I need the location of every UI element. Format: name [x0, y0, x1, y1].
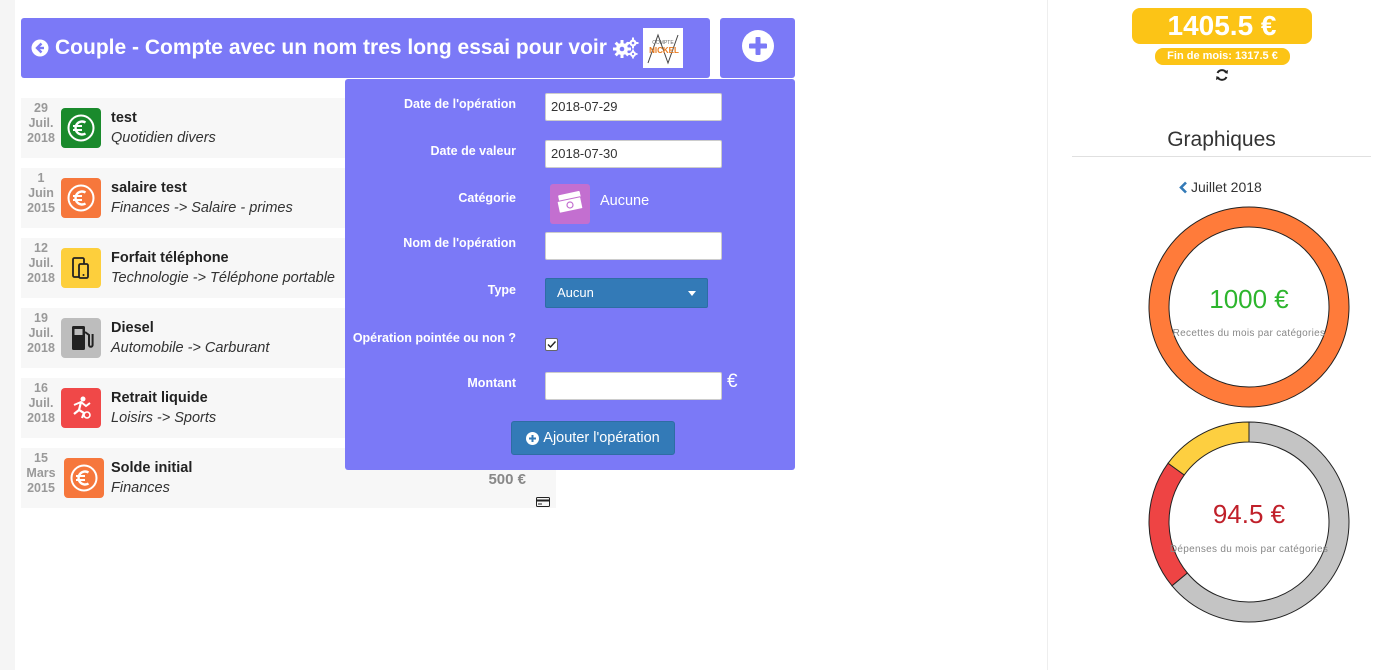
operation-category: Quotidien divers — [111, 130, 216, 146]
operation-date: 19 Juil. 2018 — [21, 311, 61, 356]
operation-name: test — [111, 110, 137, 126]
month-navigation[interactable]: Juillet 2018 — [1179, 179, 1262, 195]
operation-date-day: 1 — [37, 171, 45, 185]
operation-name: Diesel — [111, 320, 154, 336]
category-value: Aucune — [600, 193, 650, 209]
expenses-total: 94.5 € — [1212, 499, 1286, 529]
operation-date-month: Juil. — [28, 116, 54, 130]
submit-label: Ajouter l'opération — [543, 430, 660, 446]
nom-label: Nom de l'opération — [403, 236, 516, 250]
euro-icon — [61, 108, 101, 148]
montant-label: Montant — [467, 376, 516, 390]
credit-card-icon — [536, 494, 550, 507]
svg-text:NICKEL: NICKEL — [649, 46, 679, 55]
operation-date-month: Juil. — [28, 396, 54, 410]
add-operation-button[interactable] — [720, 18, 795, 78]
current-month: Juillet 2018 — [1191, 179, 1262, 195]
currency-symbol: € — [727, 371, 738, 392]
operation-date: 16 Juil. 2018 — [21, 381, 61, 426]
operation-date-day: 15 — [34, 451, 48, 465]
operation-date-month: Juil. — [28, 256, 54, 270]
euro-icon — [64, 458, 104, 498]
income-total: 1000 € — [1209, 284, 1289, 314]
categorie-label: Catégorie — [458, 191, 516, 205]
balance-badge: 1405.5 € — [1132, 8, 1312, 44]
operation-date-year: 2018 — [27, 271, 55, 285]
operation-date-month: Mars — [26, 466, 56, 480]
pointee-checkbox[interactable] — [545, 338, 558, 351]
operation-date: 15 Mars 2015 — [21, 451, 61, 496]
operation-category: Automobile -> Carburant — [111, 340, 270, 356]
operation-name: salaire test — [111, 180, 187, 196]
add-operation-form: Date de l'opération 2018-07-29 Date de v… — [345, 79, 795, 470]
account-header: Couple - Compte avec un nom tres long es… — [21, 18, 710, 78]
pointee-label: Opération pointée ou non ? — [352, 331, 516, 345]
operation-date-year: 2018 — [27, 411, 55, 425]
operation-date: 1 Juin 2015 — [21, 171, 61, 216]
operation-amount: 500 € — [488, 471, 526, 488]
montant-input[interactable] — [545, 372, 722, 400]
operation-date-day: 29 — [34, 101, 48, 115]
graphs-title: Graphiques — [1167, 128, 1276, 151]
operation-category: Finances -> Salaire - primes — [111, 200, 293, 216]
operation-name: Retrait liquide — [111, 390, 208, 406]
operation-category: Loisirs -> Sports — [111, 410, 217, 426]
operation-date-day: 12 — [34, 241, 48, 255]
donut-segment[interactable] — [1167, 421, 1250, 476]
arrow-circle-left-icon[interactable] — [31, 39, 49, 57]
date-operation-label: Date de l'opération — [403, 97, 516, 111]
operation-name: Solde initial — [111, 460, 193, 476]
operation-date-year: 2018 — [27, 131, 55, 145]
phone-icon — [61, 248, 101, 288]
income-caption: Recettes du mois par catégories — [1172, 328, 1326, 339]
end-of-month-badge: Fin de mois: 1317.5 € — [1155, 48, 1290, 65]
operation-name: Forfait téléphone — [111, 250, 229, 266]
operation-date: 12 Juil. 2018 — [21, 241, 61, 286]
expenses-caption: Dépenses du mois par catégories — [1169, 544, 1329, 555]
type-label: Type — [487, 283, 516, 297]
operation-date-day: 16 — [34, 381, 48, 395]
bank-logo: COMPTE NICKEL — [642, 28, 683, 68]
date-valeur-label: Date de valeur — [430, 144, 516, 158]
add-operation-submit-button[interactable]: Ajouter l'opération — [511, 421, 675, 455]
operation-date-day: 19 — [34, 311, 48, 325]
type-select[interactable]: Aucun — [545, 278, 708, 308]
date-operation-input[interactable]: 2018-07-29 — [545, 93, 722, 121]
operation-date-year: 2015 — [27, 201, 55, 215]
euro-icon — [61, 178, 101, 218]
nom-input[interactable] — [545, 232, 722, 260]
operation-date-month: Juil. — [28, 326, 54, 340]
type-value: Aucun — [557, 285, 594, 300]
operation-date-month: Juin — [28, 186, 54, 200]
operation-category: Technologie -> Téléphone portable — [111, 270, 335, 286]
plus-circle-icon — [526, 431, 540, 445]
operation-date-year: 2015 — [27, 481, 55, 495]
fuel-pump-icon — [61, 318, 101, 358]
account-title: Couple - Compte avec un nom tres long es… — [55, 36, 607, 59]
skater-icon — [61, 388, 101, 428]
banknote-icon — [555, 190, 585, 219]
plus-circle-icon — [741, 29, 775, 68]
graphs-divider — [1072, 156, 1371, 157]
operation-date: 29 Juil. 2018 — [21, 101, 61, 146]
gears-icon[interactable] — [612, 36, 640, 60]
chevron-left-icon[interactable] — [1179, 181, 1188, 194]
operation-category: Finances — [111, 480, 170, 496]
left-gutter — [0, 0, 15, 670]
operation-date-year: 2018 — [27, 341, 55, 355]
category-picker[interactable] — [550, 184, 590, 224]
date-valeur-input[interactable]: 2018-07-30 — [545, 140, 722, 168]
refresh-icon[interactable] — [1215, 68, 1229, 82]
caret-down-icon — [688, 291, 696, 296]
panel-divider — [1047, 0, 1048, 670]
